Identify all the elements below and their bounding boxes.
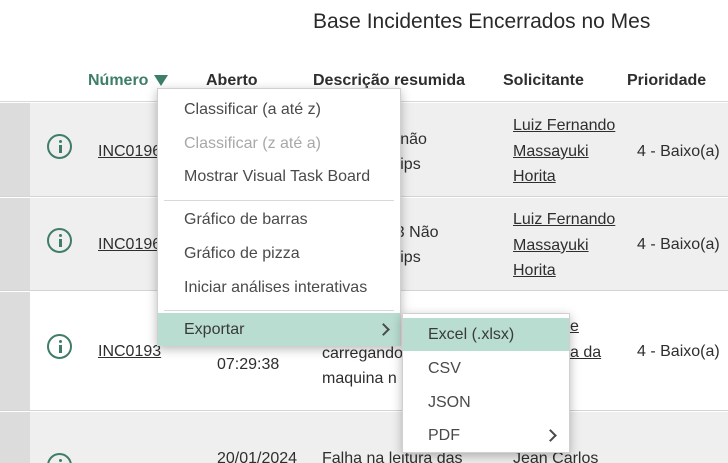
- priority-cell: 4 - Baixo(a): [637, 143, 720, 160]
- opened-cell: 07:29:38: [217, 356, 280, 373]
- row-gutter: [0, 412, 30, 463]
- requester-link[interactable]: e: [570, 314, 579, 339]
- menu-divider: [164, 310, 394, 311]
- menu-item-pie-chart[interactable]: Gráfico de pizza: [158, 237, 400, 270]
- opened-cell: 20/01/2024: [217, 450, 298, 463]
- page-title: Base Incidentes Encerrados no Mes: [313, 10, 651, 33]
- column-header-solicitante[interactable]: Solicitante: [503, 72, 584, 90]
- menu-item-sort-asc[interactable]: Classificar (a até z): [158, 93, 400, 126]
- sort-down-icon[interactable]: [154, 75, 169, 86]
- menu-item-export-label: Exportar: [184, 321, 245, 338]
- export-submenu: Excel (.xlsx) CSV JSON PDF: [402, 313, 570, 453]
- description-cell: maquina n: [322, 370, 397, 387]
- row-gutter: [0, 198, 30, 290]
- requester-link[interactable]: Horita: [513, 258, 556, 283]
- requester-link[interactable]: Massayuki: [513, 233, 589, 258]
- requester-link[interactable]: a da: [570, 340, 601, 365]
- info-icon[interactable]: [47, 453, 72, 463]
- requester-link[interactable]: Luiz Fernando: [513, 207, 615, 232]
- priority-cell: 4 - Baixo(a): [637, 343, 720, 360]
- menu-divider: [164, 200, 394, 201]
- priority-cell: 4 - Baixo(a): [637, 236, 720, 253]
- column-header-numero-label: Número: [88, 72, 149, 89]
- requester-link[interactable]: Luiz Fernando: [513, 113, 615, 138]
- table-row: 20/01/2024 Falha na leitura das Jean Car…: [0, 412, 728, 463]
- incident-number-link[interactable]: INC0193: [98, 339, 161, 364]
- row-gutter: [0, 103, 30, 196]
- menu-item-sort-desc: Classificar (z até a): [184, 135, 321, 152]
- menu-item-csv[interactable]: CSV: [403, 352, 569, 385]
- requester-link[interactable]: Massayuki: [513, 139, 589, 164]
- menu-item-excel[interactable]: Excel (.xlsx): [403, 318, 569, 351]
- incident-number-link[interactable]: INC0196: [98, 232, 161, 257]
- info-icon[interactable]: [47, 228, 72, 253]
- chevron-right-icon: [377, 323, 390, 336]
- menu-item-bar-chart[interactable]: Gráfico de barras: [158, 203, 400, 236]
- row-gutter: [0, 292, 30, 410]
- chevron-right-icon: [544, 429, 557, 442]
- menu-item-json[interactable]: JSON: [403, 386, 569, 419]
- column-context-menu: Classificar (a até z) Classificar (z até…: [157, 88, 401, 346]
- requester-link[interactable]: Horita: [513, 164, 556, 189]
- menu-item-visual-task-board[interactable]: Mostrar Visual Task Board: [158, 160, 400, 193]
- menu-item-export[interactable]: Exportar: [158, 313, 400, 346]
- info-icon[interactable]: [47, 334, 72, 359]
- menu-item-interactive-analysis[interactable]: Iniciar análises interativas: [158, 271, 400, 304]
- column-header-prioridade[interactable]: Prioridade: [627, 72, 706, 90]
- menu-item-pdf[interactable]: PDF: [403, 419, 569, 452]
- menu-item-pdf-label: PDF: [428, 427, 460, 444]
- incident-number-link[interactable]: INC0196: [98, 139, 161, 164]
- info-icon[interactable]: [47, 134, 72, 159]
